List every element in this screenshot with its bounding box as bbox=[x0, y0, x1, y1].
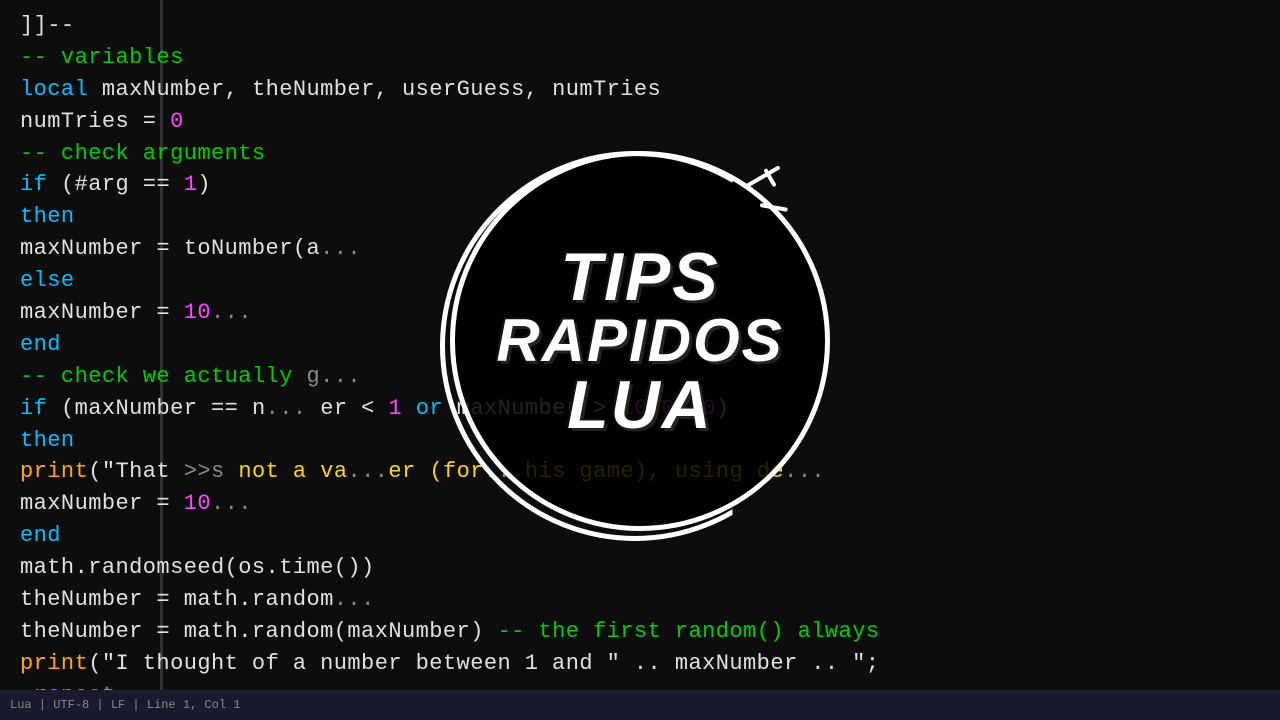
code-line-26: print("I thought of a number between 1 a… bbox=[20, 648, 1280, 680]
code-line-24: theNumber = math.random... bbox=[20, 584, 1280, 616]
code-line-4: local maxNumber, theNumber, userGuess, n… bbox=[20, 74, 1280, 106]
bottom-bar-text: Lua | UTF-8 | LF | Line 1, Col 1 bbox=[10, 698, 240, 712]
bottom-bar: Lua | UTF-8 | LF | Line 1, Col 1 bbox=[0, 690, 1280, 720]
code-line-6: numTries = 0 bbox=[20, 106, 1280, 138]
logo-tips: TIPS bbox=[560, 243, 719, 311]
code-line-23: math.randomseed(os.time()) bbox=[20, 552, 1280, 584]
logo-lua: LUA bbox=[567, 371, 713, 439]
code-line-3: -- variables bbox=[20, 42, 1280, 74]
logo-rapidos: RAPIDOS bbox=[496, 311, 783, 371]
code-line-25: theNumber = math.random(maxNumber) -- th… bbox=[20, 616, 1280, 648]
code-line-1: ]]-- bbox=[20, 10, 1280, 42]
